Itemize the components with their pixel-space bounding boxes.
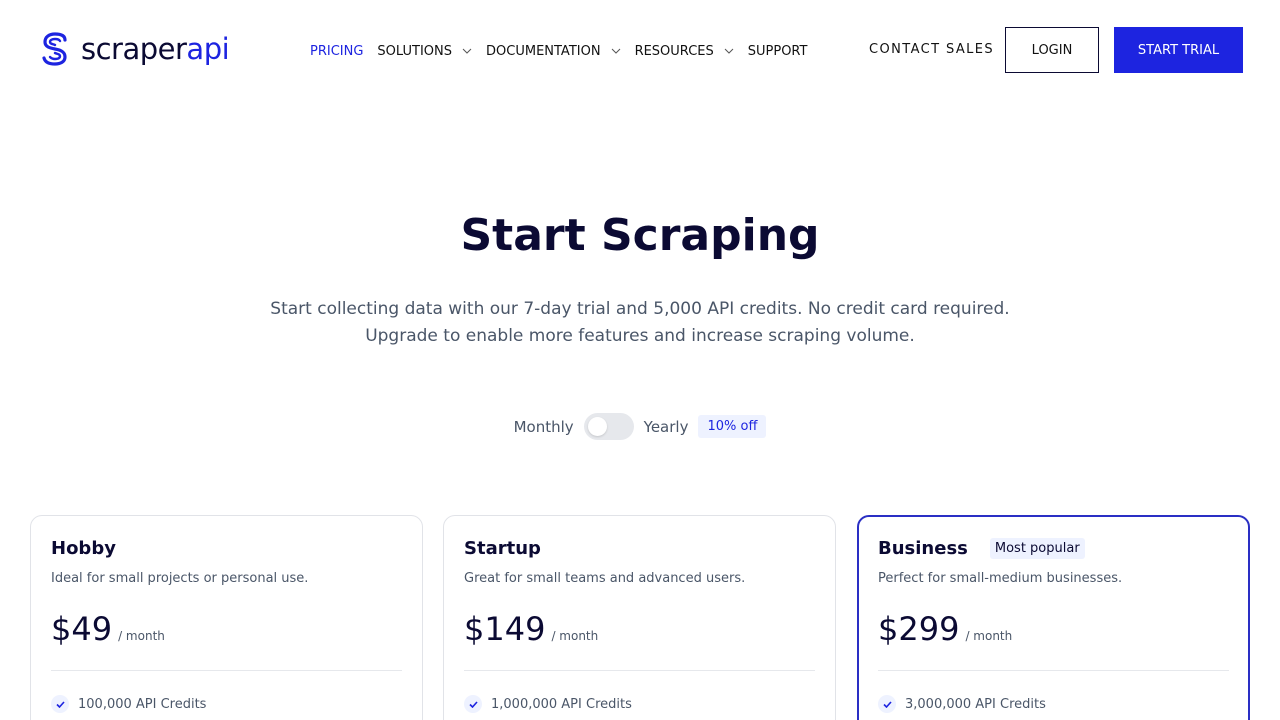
- plan-period: / month: [551, 629, 599, 643]
- plan-price: $49: [51, 610, 113, 648]
- plan-feature: 100,000 API Credits: [51, 695, 402, 713]
- subtitle-line-2: Upgrade to enable more features and incr…: [365, 326, 915, 346]
- plan-name: Business: [878, 538, 968, 559]
- plan-feature-label: 100,000 API Credits: [78, 696, 207, 712]
- billing-switch[interactable]: [583, 413, 634, 440]
- switch-knob: [587, 417, 607, 436]
- nav-item-label: SOLUTIONS: [377, 43, 453, 59]
- yearly-label[interactable]: Yearly: [644, 418, 689, 436]
- plan-description: Great for small teams and advanced users…: [464, 571, 746, 586]
- subtitle-line-1: Start collecting data with our 7-day tri…: [270, 299, 1010, 319]
- nav-item-label: SUPPORT: [747, 43, 808, 59]
- check-icon: [464, 695, 482, 713]
- plan-name: Hobby: [51, 538, 116, 559]
- plan-feature-label: 3,000,000 API Credits: [905, 696, 1046, 712]
- monthly-label[interactable]: Monthly: [514, 418, 574, 436]
- plan-period: / month: [965, 629, 1013, 643]
- logo[interactable]: scraperapi: [38, 31, 230, 67]
- chevron-down-icon: [724, 48, 734, 54]
- logo-text-part2: api: [186, 32, 230, 66]
- login-button[interactable]: LOGIN: [1005, 27, 1099, 73]
- main-nav: PRICING SOLUTIONS DOCUMENTATION RESOURCE…: [310, 42, 821, 60]
- logo-text-part1: scraper: [81, 32, 187, 66]
- plan-card-startup: Startup Great for small teams and advanc…: [443, 515, 836, 720]
- chevron-down-icon: [611, 48, 620, 54]
- plan-feature: 1,000,000 API Credits: [464, 695, 815, 713]
- nav-item-resources[interactable]: RESOURCES: [635, 42, 734, 60]
- nav-item-documentation[interactable]: DOCUMENTATION: [486, 42, 621, 60]
- divider: [878, 670, 1229, 671]
- nav-item-label: PRICING: [310, 43, 364, 59]
- billing-period-toggle: Monthly Yearly 10% off: [0, 413, 1280, 440]
- start-trial-button[interactable]: START TRIAL: [1114, 27, 1243, 73]
- check-icon: [878, 695, 896, 713]
- page-subtitle: Start collecting data with our 7-day tri…: [0, 296, 1280, 350]
- plan-description: Perfect for small-medium businesses.: [878, 571, 1123, 586]
- page-title: Start Scraping: [460, 210, 820, 261]
- plan-price: $299: [878, 610, 960, 648]
- divider: [51, 670, 402, 671]
- nav-item-pricing[interactable]: PRICING: [310, 42, 363, 60]
- plan-price: $149: [464, 610, 546, 648]
- most-popular-badge: Most popular: [989, 538, 1085, 559]
- logo-text: scraperapi: [81, 31, 230, 67]
- divider: [464, 670, 815, 671]
- plan-description: Ideal for small projects or personal use…: [51, 571, 309, 586]
- nav-item-solutions[interactable]: SOLUTIONS: [377, 42, 472, 60]
- nav-item-label: RESOURCES: [634, 43, 714, 59]
- contact-sales-link[interactable]: CONTACT SALES: [869, 42, 994, 57]
- check-icon: [51, 695, 69, 713]
- scraperapi-logo-icon: [42, 32, 67, 66]
- site-header: scraperapi PRICING SOLUTIONS DOCUMENTATI…: [0, 0, 1280, 100]
- discount-badge: 10% off: [698, 415, 767, 438]
- plan-period: / month: [118, 629, 165, 643]
- plan-feature: 3,000,000 API Credits: [878, 695, 1229, 713]
- nav-item-support[interactable]: SUPPORT: [748, 42, 808, 60]
- chevron-down-icon: [462, 48, 472, 54]
- plan-card-hobby: Hobby Ideal for small projects or person…: [30, 515, 423, 720]
- plan-feature-label: 1,000,000 API Credits: [491, 696, 632, 712]
- nav-item-label: DOCUMENTATION: [486, 43, 601, 59]
- plan-name: Startup: [464, 538, 541, 559]
- plan-card-business: Business Most popular Perfect for small-…: [857, 515, 1250, 720]
